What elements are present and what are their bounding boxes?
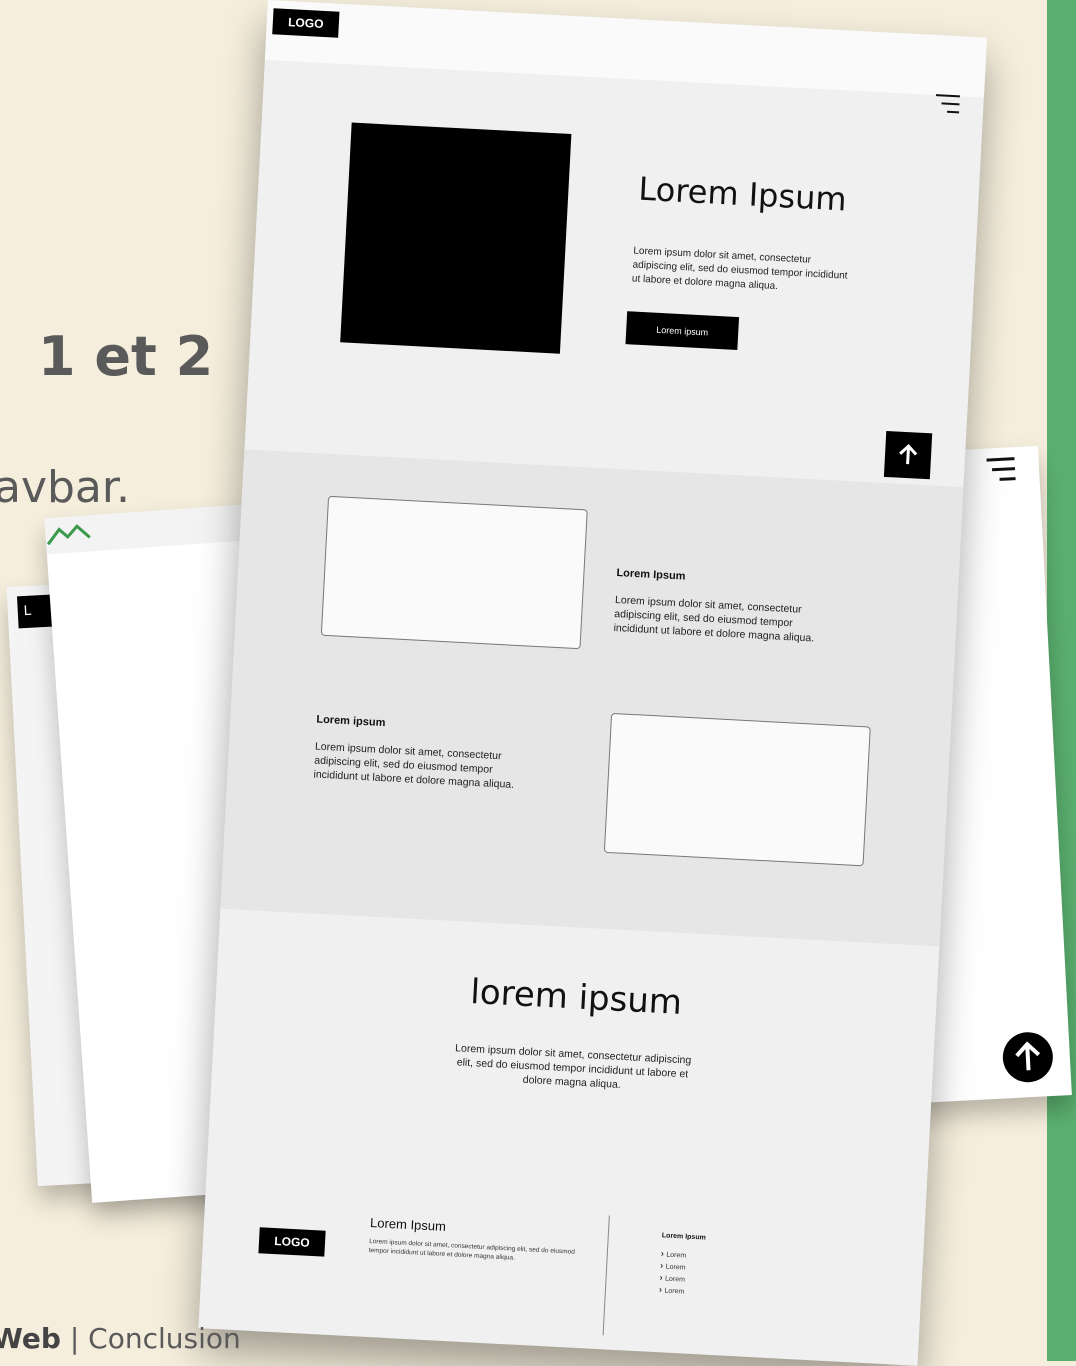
hero-title: Lorem Ipsum [637,169,848,219]
feature-image-placeholder [603,712,871,867]
footer-link-list: Lorem Lorem Lorem Lorem [659,1248,687,1297]
mountain-logo-icon [46,524,91,546]
mockup-header: LOGO [264,0,988,98]
section-title: lorem ipsum [469,971,683,1024]
hero-image-placeholder [340,122,572,354]
menu-icon[interactable] [986,455,1017,485]
feature-image-placeholder [320,495,588,650]
feature-text: Lorem ipsum dolor sit amet, consectetur … [313,740,515,791]
footer-link[interactable]: Lorem [659,1284,685,1297]
slide-heading: 1 et 2 [38,325,214,388]
arrow-up-icon [899,444,918,465]
header-logo[interactable]: LOGO [272,8,340,38]
feature-title: Lorem Ipsum [616,567,686,583]
hero-text: Lorem ipsum dolor sit amet, consectetur … [631,245,848,293]
footer-text: Lorem ipsum dolor sit amet, consectetur … [368,1238,576,1262]
footer-separator: | [60,1322,89,1355]
footer-bold: Web [0,1322,61,1355]
accent-bar [1047,0,1076,1361]
footer-section: Conclusion [88,1322,241,1355]
menu-icon[interactable] [935,93,962,116]
footer-title: Lorem Ipsum [369,1215,447,1234]
feature-title: Lorem ipsum [316,713,386,730]
website-mockup: LOGO Lorem Ipsum Lorem ipsum dolor sit a… [198,0,988,1366]
section-text: Lorem ipsum dolor sit amet, consectetur … [454,1042,692,1091]
arrow-up-icon [1015,1041,1041,1071]
features-section: Lorem Ipsum Lorem ipsum dolor sit amet, … [220,449,964,947]
hero-button[interactable]: Lorem ipsum [625,311,740,351]
slide-subtext: avbar. [0,462,130,513]
footer-divider [602,1215,610,1336]
feature-text: Lorem ipsum dolor sit amet, consectetur … [613,593,815,645]
scroll-top-button[interactable] [883,430,933,480]
footer-logo[interactable]: LOGO [258,1227,326,1257]
footer-list-title: Lorem Ipsum [661,1232,706,1242]
scroll-top-button[interactable] [1001,1030,1055,1084]
slide-footer: Web | Conclusion [0,1322,241,1355]
